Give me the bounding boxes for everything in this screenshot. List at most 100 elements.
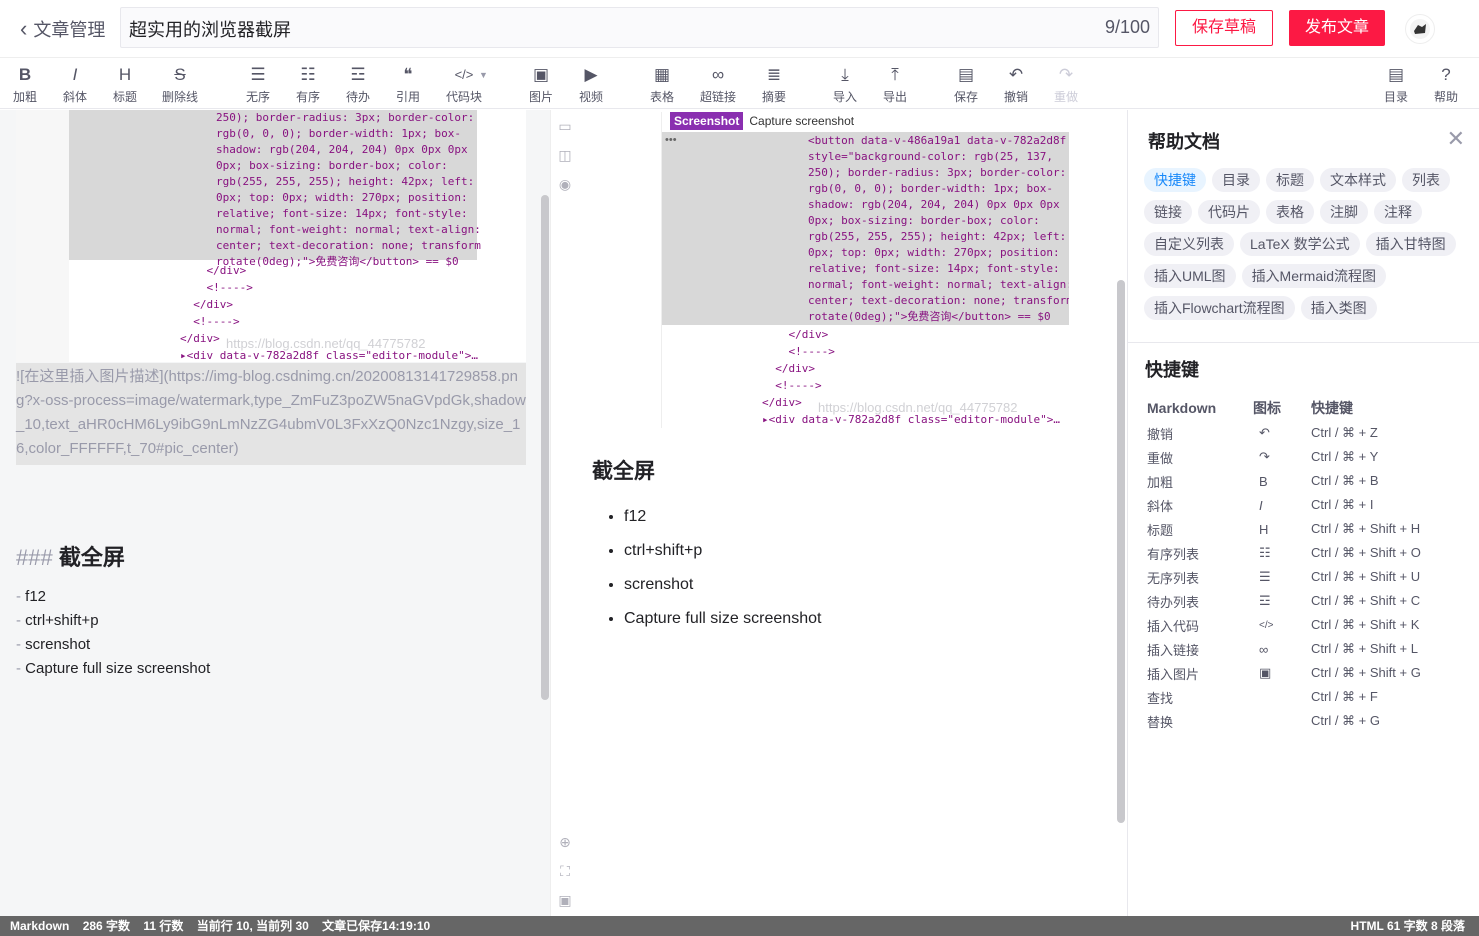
strikethrough-icon: S (174, 65, 186, 84)
chip-uml[interactable]: 插入UML图 (1144, 264, 1236, 288)
chip-text-style[interactable]: 文本样式 (1320, 168, 1396, 192)
list-item: f12 (624, 500, 821, 534)
chip-link[interactable]: 链接 (1144, 200, 1192, 224)
help-button[interactable]: ? 帮助 (1424, 64, 1468, 105)
chip-class-diagram[interactable]: 插入类图 (1300, 296, 1377, 320)
todo-list-button[interactable]: ☲ 待办 (336, 64, 380, 105)
strikethrough-button[interactable]: S 删除线 (158, 64, 202, 105)
status-bar: Markdown 286 字数 11 行数 当前行 10, 当前列 30 文章已… (0, 916, 1479, 936)
undo-button[interactable]: ↶ 撤销 (994, 64, 1038, 105)
link-icon: ∞ (1259, 641, 1269, 657)
table-row: 插入图片 ▣ Ctrl / ⌘ + Shift + G (1147, 661, 1467, 685)
table-row: 无序列表 ☰ Ctrl / ⌘ + Shift + U (1147, 565, 1467, 589)
save-button[interactable]: ▤ 保存 (944, 64, 988, 105)
image-button[interactable]: ▣ 图片 (519, 64, 563, 105)
strikethrough-label: 删除线 (161, 90, 198, 104)
unordered-list-icon: ☰ (1259, 569, 1271, 584)
redo-button[interactable]: ↷ 重做 (1044, 64, 1088, 105)
publish-button[interactable]: 发布文章 (1289, 10, 1385, 46)
heading-label: 标题 (112, 90, 137, 104)
list-item: - Capture full size screenshot (16, 660, 211, 677)
locate-icon[interactable]: ⊕ (557, 834, 573, 850)
editor-scrollbar[interactable] (541, 195, 549, 700)
image-icon: ▣ (532, 65, 550, 84)
title-char-count: 9/100 (1104, 17, 1150, 37)
summary-button[interactable]: ≣ 摘要 (752, 64, 796, 105)
export-button[interactable]: ⤒ 导出 (873, 64, 917, 105)
eye-icon[interactable]: ◉ (557, 176, 573, 192)
todo-list-icon: ☲ (1259, 593, 1271, 608)
preview-watermark: https://blog.csdn.net/qq_44775782 (818, 400, 1018, 415)
layout-icon[interactable]: ▭ (557, 118, 573, 134)
chip-table[interactable]: 表格 (1266, 200, 1314, 224)
unordered-list-icon: ☰ (250, 65, 266, 84)
chip-latex[interactable]: LaTeX 数学公式 (1240, 232, 1360, 256)
preview-heading: 截全屏 (592, 460, 655, 483)
split-view-icon[interactable]: ◫ (557, 147, 573, 163)
preview-code: <button data-v-486a19a1 data-v-782a2d8f … (808, 134, 1069, 323)
image-markdown-link: ![在这里插入图片描述](https://img-blog.csdnimg.cn… (16, 363, 526, 465)
back-to-article-management[interactable]: ‹ 文章管理 (20, 16, 105, 42)
redo-icon: ↷ (1259, 449, 1270, 464)
list-item: - screnshot (16, 636, 91, 653)
import-button[interactable]: ⤓ 导入 (823, 64, 867, 105)
avatar[interactable] (1405, 14, 1435, 44)
fullscreen-icon[interactable]: ⛶ (557, 863, 573, 879)
close-icon[interactable]: ✕ (1447, 128, 1465, 150)
title-field[interactable]: 超实用的浏览器截屏 9/100 (120, 7, 1159, 48)
help-topics: 快捷键 目录 标题 文本样式 列表链接 代码片 表格 注脚 注释自定义列表 LaTeX 数学公式插… (1144, 168, 1474, 328)
chip-flowchart[interactable]: 插入Flowchart流程图 (1144, 296, 1295, 320)
save-icon: ▤ (957, 65, 975, 84)
table-row: 待办列表 ☲ Ctrl / ⌘ + Shift + C (1147, 589, 1467, 613)
toc-icon: ▤ (1387, 65, 1405, 84)
table-row: 斜体 I Ctrl / ⌘ + I (1147, 493, 1467, 517)
unordered-list-button[interactable]: ☰ 无序 (236, 64, 280, 105)
ordered-list-icon: ☷ (300, 65, 316, 84)
save-draft-button[interactable]: 保存草稿 (1175, 10, 1273, 46)
status-cursor: 当前行 10, 当前列 30 (196, 919, 309, 933)
video-button[interactable]: ▶ 视频 (569, 64, 613, 105)
title-input[interactable]: 超实用的浏览器截屏 (129, 16, 291, 42)
devtools-code: 250); border-radius: 3px; border-color: … (216, 111, 481, 268)
video-icon: ▶ (584, 65, 598, 84)
chip-mermaid[interactable]: 插入Mermaid流程图 (1241, 264, 1387, 288)
todo-list-label: 待办 (345, 90, 370, 104)
chip-toc[interactable]: 目录 (1212, 168, 1260, 192)
italic-button[interactable]: I 斜体 (53, 64, 97, 105)
table-row: 插入链接 ∞ Ctrl / ⌘ + Shift + L (1147, 637, 1467, 661)
display-icon[interactable]: ▣ (557, 892, 573, 908)
chip-gantt[interactable]: 插入甘特图 (1365, 232, 1456, 256)
toc-button[interactable]: ▤ 目录 (1374, 64, 1418, 105)
divider (1128, 342, 1479, 343)
chip-heading[interactable]: 标题 (1266, 168, 1314, 192)
markdown-editor[interactable]: 250); border-radius: 3px; border-color: … (0, 110, 550, 916)
table-row: 标题 H Ctrl / ⌘ + Shift + H (1147, 517, 1467, 541)
bold-button[interactable]: B 加粗 (3, 64, 47, 105)
top-bar: ‹ 文章管理 超实用的浏览器截屏 9/100 保存草稿 发布文章 (0, 0, 1479, 57)
chip-footnote[interactable]: 注脚 (1320, 200, 1368, 224)
chip-code[interactable]: 代码片 (1198, 200, 1260, 224)
bold-icon: B (1259, 473, 1268, 489)
ordered-list-button[interactable]: ☷ 有序 (286, 64, 330, 105)
redo-label: 重做 (1053, 90, 1078, 104)
status-lines: 11 行数 (143, 919, 184, 933)
code-block-label: 代码块 (445, 90, 482, 104)
quote-label: 引用 (395, 90, 420, 104)
screenshot-image-devtools: 250); border-radius: 3px; border-color: … (16, 110, 526, 362)
heading-text: 截全屏 (58, 545, 125, 570)
heading-button[interactable]: H 标题 (103, 64, 147, 105)
chevron-down-icon[interactable]: ▼ (479, 70, 488, 80)
chip-custom-list[interactable]: 自定义列表 (1144, 232, 1234, 256)
chip-list[interactable]: 列表 (1402, 168, 1450, 192)
quote-button[interactable]: ❝ 引用 (386, 64, 430, 105)
table-button[interactable]: ▦ 表格 (640, 64, 684, 105)
hyperlink-button[interactable]: ∞ 超链接 (696, 64, 740, 105)
status-saved: 文章已保存14:19:10 (322, 919, 431, 933)
chip-shortcuts[interactable]: 快捷键 (1144, 168, 1206, 192)
chip-comment[interactable]: 注释 (1374, 200, 1422, 224)
help-title: 帮助文档 (1148, 132, 1220, 152)
preview-scrollbar[interactable] (1117, 280, 1125, 823)
unordered-list-label: 无序 (245, 90, 270, 104)
status-mode: Markdown (10, 919, 70, 933)
status-right: HTML 61 字数 8 段落 (1350, 919, 1465, 933)
